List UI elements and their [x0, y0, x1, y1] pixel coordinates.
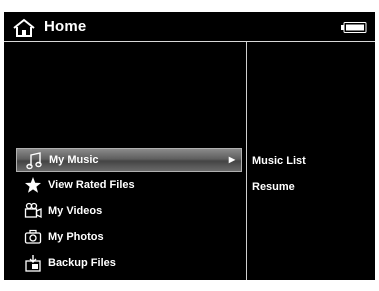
menu-item-view-rated-files[interactable]: View Rated Files	[4, 172, 246, 198]
menu-item-label: My Videos	[48, 205, 103, 217]
device-screen: Home My Music ▶ View Rated Files My Vide…	[4, 12, 375, 280]
home-icon[interactable]	[12, 18, 36, 38]
menu-item-label: View Rated Files	[48, 179, 135, 191]
menu-item-my-music[interactable]: My Music ▶	[16, 148, 242, 172]
video-camera-icon	[24, 202, 42, 219]
menu-item-backup-files[interactable]: Backup Files	[4, 250, 246, 276]
backup-icon	[25, 255, 41, 272]
home-menu: My Music ▶ View Rated Files My Videos My…	[4, 148, 246, 276]
music-note-icon	[26, 152, 42, 170]
menu-item-label: Backup Files	[48, 257, 116, 269]
menu-item-my-photos[interactable]: My Photos	[4, 224, 246, 250]
star-icon	[25, 177, 41, 193]
title-bar: Home	[4, 12, 375, 42]
submenu-item-music-list[interactable]: Music List	[252, 148, 372, 174]
pane-divider	[246, 42, 247, 280]
menu-item-my-videos[interactable]: My Videos	[4, 198, 246, 224]
menu-item-label: My Music	[49, 154, 99, 166]
battery-icon	[341, 22, 367, 33]
submenu-panel: Music List Resume	[252, 148, 372, 200]
camera-icon	[24, 229, 42, 244]
page-title: Home	[44, 18, 87, 35]
chevron-right-icon: ▶	[228, 155, 235, 164]
submenu-item-resume[interactable]: Resume	[252, 174, 372, 200]
menu-item-label: My Photos	[48, 231, 104, 243]
